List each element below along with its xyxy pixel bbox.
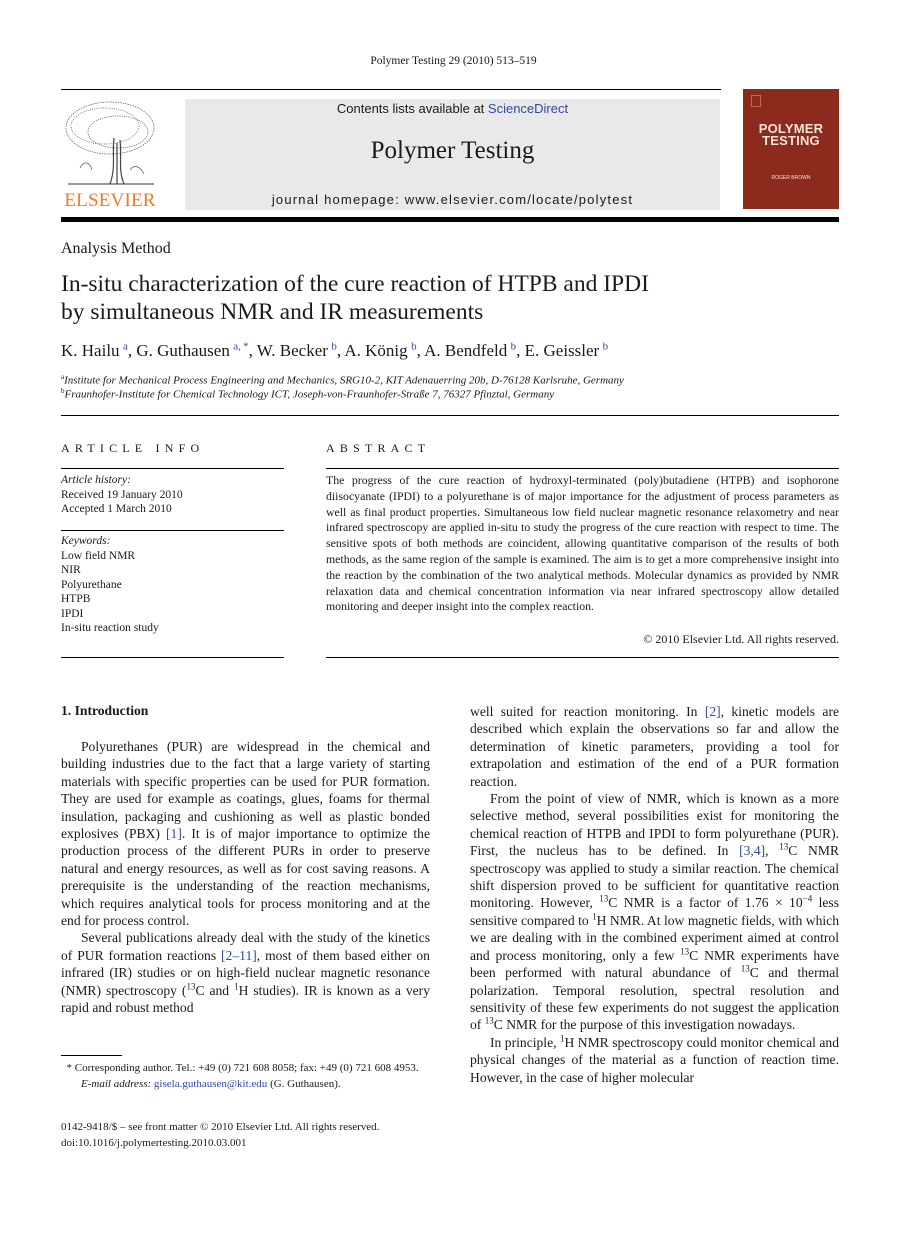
received-date: Received 19 January 2010 <box>61 488 183 501</box>
affiliation-a: aInstitute for Mechanical Process Engine… <box>61 373 624 387</box>
cover-logo-icon <box>751 95 761 107</box>
history-label: Article history: <box>61 474 131 486</box>
title-line-2: by simultaneous NMR and IR measurements <box>61 299 484 325</box>
divider <box>61 530 284 531</box>
article-info-heading: ARTICLE INFO <box>61 441 205 455</box>
corresponding-author-note: * Corresponding author. Tel.: +49 (0) 72… <box>66 1062 419 1074</box>
author-list: K. Hailu a, G. Guthausen a, *, W. Becker… <box>61 340 841 361</box>
homepage-url-link[interactable]: www.elsevier.com/locate/polytest <box>405 192 633 207</box>
title-line-1: In-situ characterization of the cure rea… <box>61 271 649 297</box>
abstract-copyright: © 2010 Elsevier Ltd. All rights reserved… <box>643 632 839 646</box>
cover-title: POLYMER TESTING <box>743 122 839 148</box>
keyword: Low field NMR <box>61 549 136 562</box>
cover-title-line2: TESTING <box>762 133 820 148</box>
header-rule <box>61 89 721 90</box>
contents-prefix: Contents lists available at <box>336 101 488 116</box>
front-matter: 0142-9418/$ – see front matter © 2010 El… <box>61 1119 461 1151</box>
article-history: Article history: Received 19 January 201… <box>61 473 183 517</box>
issn-line: 0142-9418/$ – see front matter © 2010 El… <box>61 1121 380 1133</box>
author: G. Guthausen a, *, <box>136 340 257 360</box>
body-column-right: well suited for reaction monitoring. In … <box>470 703 839 1086</box>
article-type: Analysis Method <box>61 240 171 257</box>
journal-homepage: journal homepage: www.elsevier.com/locat… <box>185 192 720 207</box>
affiliation-b: bFraunhofer-Institute for Chemical Techn… <box>61 387 555 401</box>
paragraph: From the point of view of NMR, which is … <box>470 791 840 1033</box>
author: A. König b, <box>344 340 425 360</box>
paragraph: Polyurethanes (PUR) are widespread in th… <box>61 739 430 929</box>
journal-reference: Polymer Testing 29 (2010) 513–519 <box>370 55 537 67</box>
article-title: In-situ characterization of the cure rea… <box>61 270 821 326</box>
doi-link[interactable]: doi:10.1016/j.polymertesting.2010.03.001 <box>61 1135 461 1151</box>
abstract-heading: ABSTRACT <box>326 441 431 455</box>
accepted-date: Accepted 1 March 2010 <box>61 503 172 515</box>
divider <box>326 468 839 469</box>
email-note: E-mail address: gisela.guthausen@kit.edu… <box>81 1078 341 1090</box>
author: E. Geissler b <box>524 340 609 360</box>
keyword: In-situ reaction study <box>61 622 159 634</box>
section-heading: 1. Introduction <box>61 703 149 718</box>
affiliation-link[interactable]: a, * <box>233 340 248 352</box>
keywords-label: Keywords: <box>61 535 111 547</box>
abstract-text: The progress of the cure reaction of hyd… <box>326 473 839 614</box>
keyword: NIR <box>61 564 81 576</box>
author: K. Hailu a, <box>61 340 137 360</box>
divider <box>61 657 284 658</box>
affiliation-link[interactable]: b <box>603 340 609 352</box>
email-link[interactable]: gisela.guthausen@kit.edu <box>154 1078 267 1090</box>
publisher-name: ELSEVIER <box>64 190 156 211</box>
footnote-rule <box>61 1055 122 1056</box>
keyword: HTPB <box>61 593 91 605</box>
author: A. Bendfeld b, <box>424 340 525 360</box>
keyword: Polyurethane <box>61 578 122 591</box>
footnote: * Corresponding author. Tel.: +49 (0) 72… <box>61 1060 430 1092</box>
divider <box>61 468 284 469</box>
keyword: IPDI <box>61 607 84 620</box>
body-column-left: Polyurethanes (PUR) are widespread in th… <box>61 738 430 1017</box>
citation-link[interactable]: [2–11] <box>221 948 257 963</box>
contents-line: Contents lists available at ScienceDirec… <box>185 101 720 116</box>
divider <box>326 657 839 658</box>
cover-editor: ROGER BROWN <box>771 175 811 181</box>
paragraph: In principle, 1H NMR spectroscopy could … <box>470 1033 839 1085</box>
keywords-list: Keywords: Low field NMR NIR Polyurethane… <box>61 534 159 636</box>
paragraph: well suited for reaction monitoring. In … <box>470 704 840 789</box>
citation-link[interactable]: [3,4] <box>739 843 765 858</box>
divider <box>61 415 839 416</box>
journal-cover-image: POLYMER TESTING ROGER BROWN <box>743 89 839 209</box>
header-thick-rule <box>61 217 839 222</box>
paragraph: Several publications already deal with t… <box>61 930 430 1016</box>
sciencedirect-link[interactable]: ScienceDirect <box>488 101 568 116</box>
homepage-label: journal homepage: <box>271 192 405 207</box>
citation-link[interactable]: [1] <box>166 826 182 841</box>
citation-link[interactable]: [2] <box>705 704 721 719</box>
author: W. Becker b, <box>256 340 345 360</box>
journal-name: Polymer Testing <box>370 137 535 164</box>
